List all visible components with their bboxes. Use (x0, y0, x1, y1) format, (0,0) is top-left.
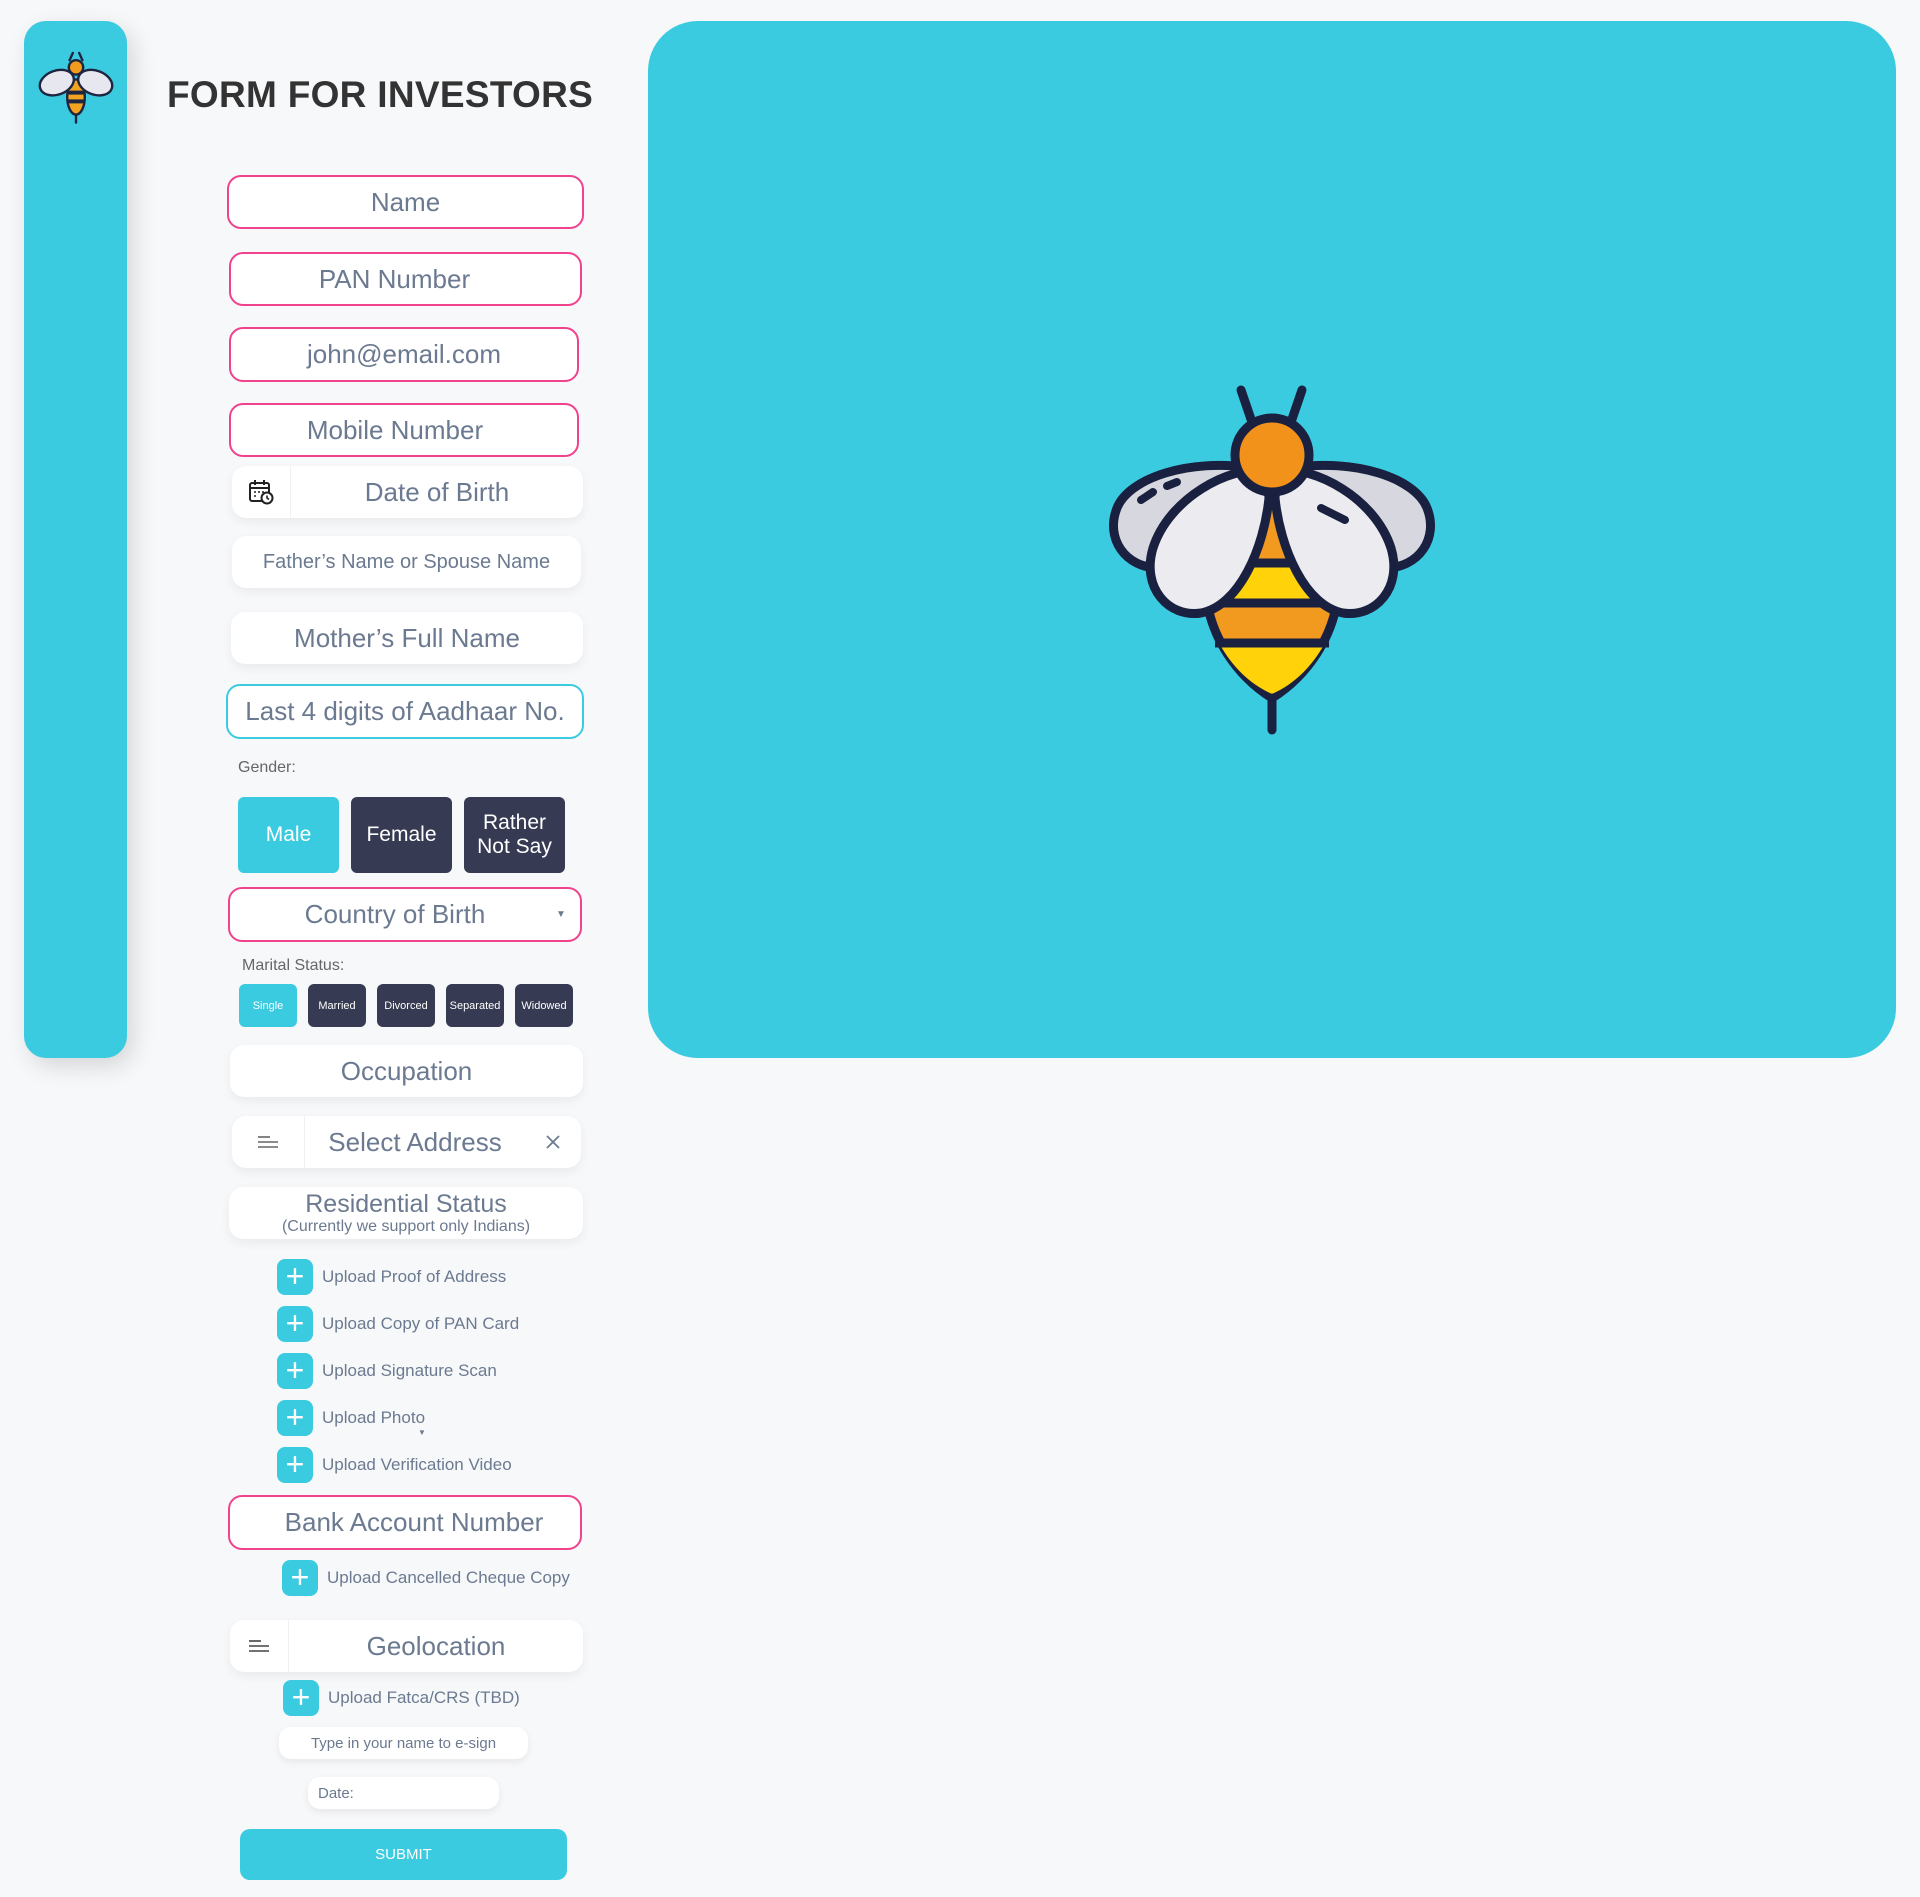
occupation-input[interactable]: Occupation (230, 1045, 583, 1097)
occupation-placeholder: Occupation (340, 1055, 473, 1086)
marital-separated-button[interactable]: Separated (446, 984, 504, 1027)
residential-status-title: Residential Status (305, 1190, 507, 1218)
upload-cancelled-cheque-label: Upload Cancelled Cheque Copy (327, 1568, 570, 1587)
upload-fatca-crs-label: Upload Fatca/CRS (TBD) (328, 1688, 520, 1707)
marital-married-button[interactable]: Married (308, 984, 366, 1027)
country-of-birth-placeholder: Country of Birth (304, 899, 486, 929)
close-icon[interactable] (525, 1116, 581, 1168)
date-of-birth-placeholder: Date of Birth (364, 476, 510, 507)
calendar-icon[interactable] (232, 466, 291, 518)
caret-down-icon: ▼ (556, 909, 566, 920)
email-value: john@email.com (306, 339, 502, 369)
upload-pan-card-label: Upload Copy of PAN Card (322, 1314, 520, 1333)
plus-icon[interactable]: + (277, 1259, 313, 1295)
aadhaar-placeholder: Last 4 digits of Aadhaar No. (245, 696, 565, 726)
date-of-birth-input[interactable]: Date of Birth (232, 466, 583, 518)
pan-number-input[interactable]: PAN Number (229, 252, 582, 306)
plus-icon[interactable]: + (277, 1447, 313, 1483)
father-spouse-name-placeholder: Father’s Name or Spouse Name (262, 550, 551, 573)
mobile-number-placeholder: Mobile Number (306, 414, 484, 445)
select-address-input[interactable]: Select Address (232, 1116, 581, 1168)
upload-signature-scan-label: Upload Signature Scan (322, 1361, 497, 1380)
select-address-placeholder: Select Address (328, 1126, 502, 1157)
plus-icon[interactable]: + (277, 1306, 313, 1342)
upload-photo-label: Upload Photo (322, 1408, 426, 1427)
upload-signature-scan[interactable]: + Upload Signature Scan (277, 1353, 497, 1389)
upload-verification-video-label: Upload Verification Video (322, 1455, 512, 1474)
caret-down-icon: ▼ (418, 1428, 426, 1437)
gender-label: Gender: (238, 759, 296, 776)
marital-single-button[interactable]: Single (239, 984, 297, 1027)
aadhaar-input[interactable]: Last 4 digits of Aadhaar No. (226, 684, 584, 739)
sidebar (24, 21, 127, 1058)
mother-name-input[interactable]: Mother’s Full Name (231, 612, 583, 664)
residential-status-note: (Currently we support only Indians) (281, 1218, 531, 1235)
bee-illustration-icon (1109, 385, 1435, 735)
bank-account-number-placeholder: Bank Account Number (284, 1507, 544, 1537)
date-input[interactable]: Date: (308, 1777, 499, 1809)
upload-photo[interactable]: + Upload Photo (277, 1400, 425, 1436)
geolocation-input[interactable]: Geolocation (230, 1620, 583, 1672)
upload-pan-card[interactable]: + Upload Copy of PAN Card (277, 1306, 519, 1342)
name-placeholder: Name (370, 186, 441, 217)
father-spouse-name-input[interactable]: Father’s Name or Spouse Name (232, 536, 581, 588)
upload-proof-of-address[interactable]: + Upload Proof of Address (277, 1259, 506, 1295)
gender-male-button[interactable]: Male (238, 797, 339, 873)
name-input[interactable]: Name (227, 175, 584, 229)
hero-panel (648, 21, 1896, 1058)
plus-icon[interactable]: + (283, 1680, 319, 1716)
gender-rather-not-say-button[interactable]: Rather Not Say (464, 797, 565, 873)
menu-lines-icon (232, 1116, 305, 1168)
geolocation-placeholder: Geolocation (366, 1630, 506, 1661)
upload-cancelled-cheque[interactable]: + Upload Cancelled Cheque Copy (282, 1560, 570, 1596)
plus-icon[interactable]: + (277, 1353, 313, 1389)
esign-input[interactable]: Type in your name to e-sign (279, 1727, 528, 1759)
date-placeholder: Date: (318, 1784, 354, 1802)
country-of-birth-select[interactable]: Country of Birth ▼ (228, 887, 582, 942)
bee-logo-icon[interactable] (36, 49, 116, 133)
page-title: FORM FOR INVESTORS (167, 74, 594, 115)
upload-proof-of-address-label: Upload Proof of Address (322, 1267, 507, 1286)
mother-name-placeholder: Mother’s Full Name (294, 622, 520, 653)
pan-number-placeholder: PAN Number (318, 263, 471, 294)
mobile-number-input[interactable]: Mobile Number (229, 403, 579, 457)
plus-icon[interactable]: + (282, 1560, 318, 1596)
esign-placeholder: Type in your name to e-sign (310, 1734, 497, 1752)
marital-status-label: Marital Status: (242, 957, 345, 974)
marital-widowed-button[interactable]: Widowed (515, 984, 573, 1027)
upload-fatca-crs[interactable]: + Upload Fatca/CRS (TBD) (283, 1680, 520, 1716)
upload-verification-video[interactable]: + Upload Verification Video (277, 1447, 512, 1483)
marital-divorced-button[interactable]: Divorced (377, 984, 435, 1027)
menu-lines-icon (230, 1620, 289, 1672)
gender-female-button[interactable]: Female (351, 797, 452, 873)
residential-status-field[interactable]: Residential Status (Currently we support… (229, 1187, 583, 1239)
email-input[interactable]: john@email.com (229, 327, 579, 382)
bank-account-number-input[interactable]: Bank Account Number (228, 1495, 582, 1550)
submit-button[interactable]: SUBMIT (240, 1829, 567, 1880)
plus-icon[interactable]: + (277, 1400, 313, 1436)
